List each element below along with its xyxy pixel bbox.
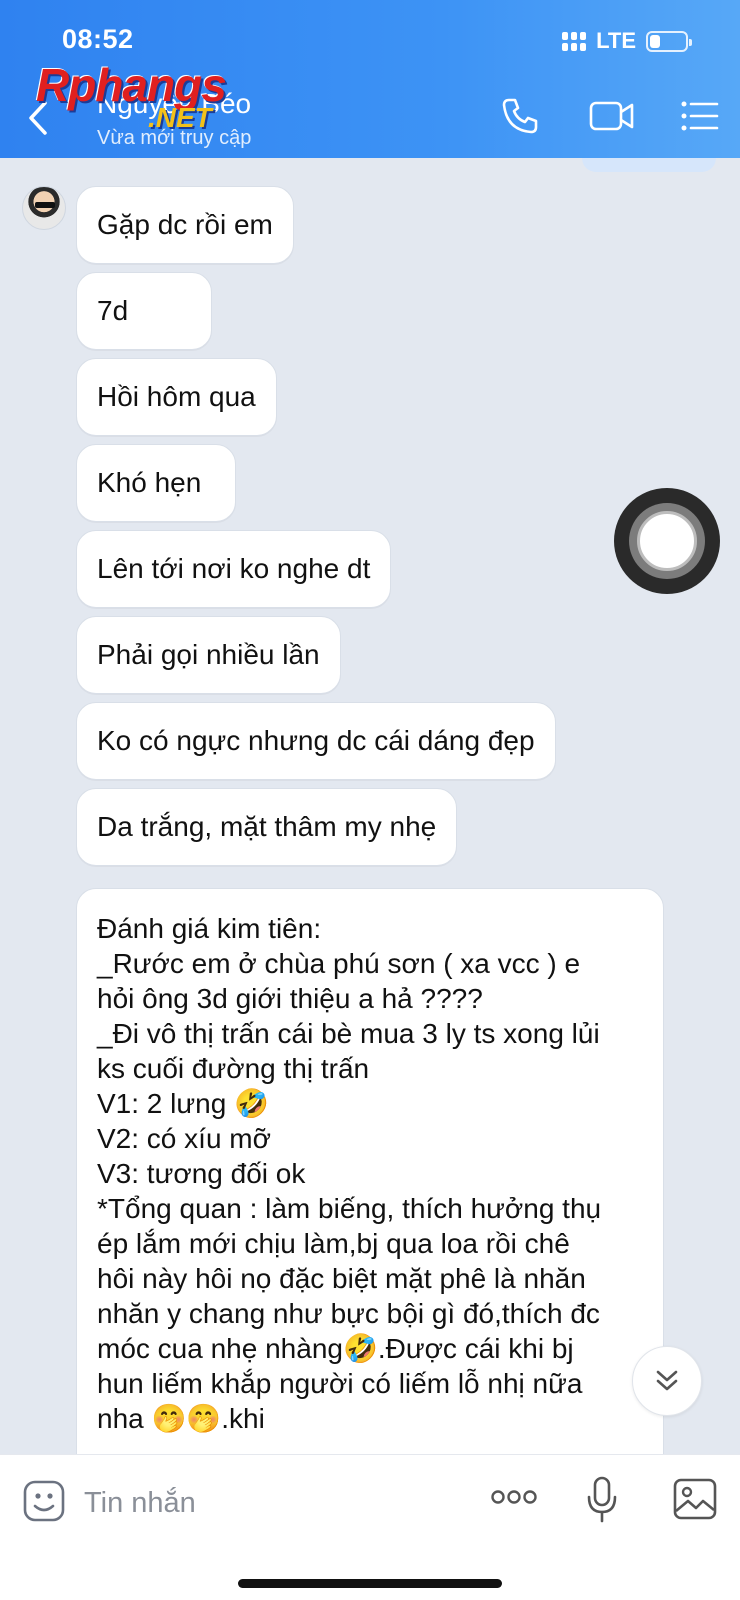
message-line: hỏi ông 3d giới thiệu a hả ????: [97, 983, 483, 1014]
more-icon: [491, 1490, 537, 1504]
message-bubble[interactable]: Gặp dc rồi em: [76, 186, 294, 264]
message-line: V3: tương đối ok: [97, 1158, 306, 1189]
message-composer: [0, 1454, 740, 1600]
message-line: V2: có xíu mỡ: [97, 1123, 271, 1154]
back-icon: [29, 101, 47, 135]
double-chevron-down-icon: [656, 1370, 678, 1391]
message-line: V1: 2 lưng 🤣: [97, 1088, 269, 1119]
image-icon: [673, 1478, 717, 1520]
message-bubble[interactable]: Da trắng, mặt thâm my nhẹ: [76, 788, 458, 866]
home-indicator[interactable]: [238, 1579, 502, 1588]
menu-icon: [681, 101, 719, 131]
voice-record-button[interactable]: [586, 1475, 618, 1530]
message-line: _Rước em ở chùa phú sơn ( xa vcc ) e: [97, 948, 581, 979]
message-line: *Tổng quan : làm biếng, thích hưởng thụ: [97, 1193, 602, 1224]
avatar[interactable]: [22, 186, 66, 230]
scroll-to-bottom-button[interactable]: [632, 1346, 702, 1416]
message-bubble[interactable]: Hồi hôm qua: [76, 358, 277, 436]
message-line: hun liếm khắp người có liếm lỗ nhị nữa: [97, 1368, 583, 1399]
message-line: ép lắm mới chịu làm,bj qua loa rồi chê: [97, 1228, 570, 1259]
message-line: hôi này hôi nọ đặc biệt mặt phê là nhăn: [97, 1263, 586, 1294]
status-time: 08:52: [62, 24, 134, 54]
call-button[interactable]: [500, 96, 540, 141]
video-call-icon: [589, 101, 634, 131]
message-bubble[interactable]: Lên tới nơi ko nghe dt: [76, 530, 392, 608]
back-button[interactable]: [26, 98, 50, 138]
chat-header: 08:52 LTE Nguyễn Béo Vừa mới truy cập Rp…: [0, 0, 740, 158]
network-label: LTE: [596, 28, 636, 53]
long-message-bubble[interactable]: Đánh giá kim tiên: _Rước em ở chùa phú s…: [76, 888, 664, 1454]
previous-message-bubble: [582, 158, 716, 172]
assistive-touch-core: [637, 511, 697, 571]
message-line: ks cuối đường thị trấn: [97, 1053, 370, 1084]
menu-button[interactable]: [680, 96, 720, 141]
phone-icon: [502, 98, 538, 134]
microphone-icon: [587, 1476, 617, 1523]
assistive-touch-ring: [629, 503, 705, 579]
video-call-button[interactable]: [588, 96, 636, 141]
emoji-icon: [23, 1480, 65, 1522]
message-bubble[interactable]: Khó hẹn: [76, 444, 236, 522]
message-list[interactable]: Gặp dc rồi em 7d Hồi hôm qua Khó hẹn Lên…: [0, 158, 740, 1454]
message-line: móc cua nhẹ nhàng🤣.Được cái khi bj: [97, 1333, 574, 1364]
contact-name[interactable]: Nguyễn Béo: [97, 88, 251, 120]
contact-status: Vừa mới truy cập: [97, 127, 252, 149]
more-button[interactable]: [490, 1485, 538, 1514]
message-line: nhăn y chang như bực bội gì đó,thích đc: [97, 1298, 600, 1329]
battery-icon: [646, 30, 692, 52]
message-bubble[interactable]: Ko có ngực nhưng dc cái dáng đẹp: [76, 702, 556, 780]
status-indicators: LTE: [562, 28, 692, 54]
assistive-touch-button[interactable]: [614, 488, 720, 594]
battery-level: [650, 34, 661, 48]
signal-icon: [562, 31, 587, 51]
emoji-button[interactable]: [22, 1479, 66, 1528]
message-bubble[interactable]: Phải gọi nhiều lần: [76, 616, 341, 694]
message-line: Đánh giá kim tiên:: [97, 913, 322, 944]
image-picker-button[interactable]: [672, 1477, 718, 1526]
message-line: nha 🤭🤭.khi: [97, 1403, 265, 1434]
chat-screen: 08:52 LTE Nguyễn Béo Vừa mới truy cập Rp…: [0, 0, 740, 1600]
message-line: _Đi vô thị trấn cái bè mua 3 ly ts xong …: [97, 1018, 600, 1049]
message-input[interactable]: [84, 1477, 464, 1529]
message-bubble[interactable]: 7d: [76, 272, 212, 350]
